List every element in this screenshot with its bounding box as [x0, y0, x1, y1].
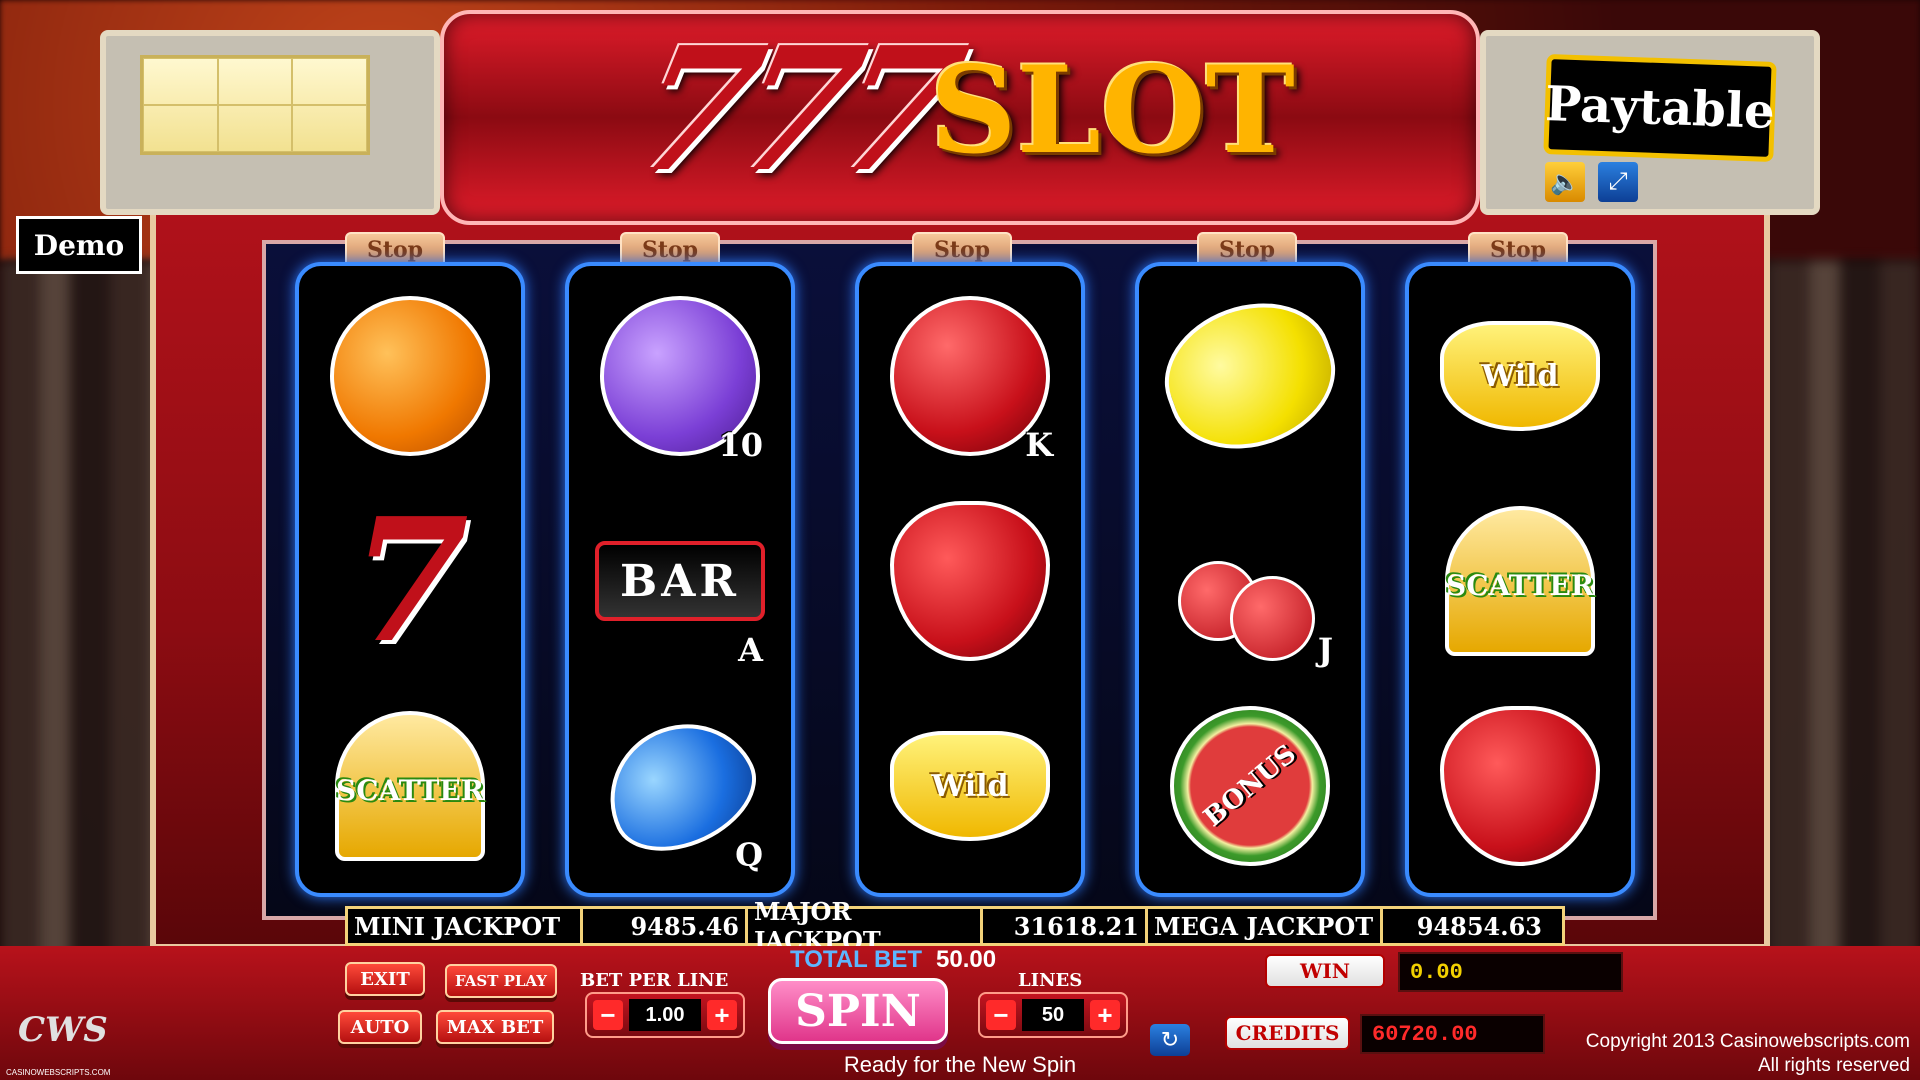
- marquee-light-panel: [140, 55, 370, 155]
- scatter-label: SCATTER: [336, 774, 484, 807]
- symbol-letter: J: [1317, 631, 1333, 669]
- logo-slot: SLOT: [930, 40, 1295, 181]
- copyright-line-2: All rights reserved: [1757, 1055, 1910, 1076]
- status-message: Ready for the New Spin: [843, 1052, 1077, 1077]
- lemon-icon: [1146, 281, 1354, 471]
- symbol-strawberry: [1409, 686, 1631, 886]
- symbol-letter: Q: [735, 836, 763, 874]
- reel-1: 7 SCATTER: [295, 262, 525, 897]
- mini-jackpot-value: 9485.46: [583, 909, 748, 943]
- lines-stepper: − 50 +: [978, 992, 1128, 1038]
- major-jackpot-label: MAJOR JACKPOT: [748, 897, 983, 955]
- logo-777: 777: [618, 10, 963, 210]
- symbol-bell: SCATTER: [1409, 481, 1631, 681]
- seven-icon: 7: [350, 481, 470, 681]
- cws-small-text: CASINOWEBSCRIPTS.COM: [6, 1068, 111, 1077]
- bar-icon: BAR: [595, 541, 765, 621]
- symbol-banana: Wild: [1409, 276, 1631, 476]
- wild-label: Wild: [931, 768, 1009, 804]
- lines-value: 50: [1022, 999, 1084, 1031]
- symbol-apple: K: [859, 276, 1081, 476]
- bar-text: BAR: [620, 555, 740, 607]
- speaker-icon[interactable]: 🔈: [1545, 162, 1585, 202]
- cherries-icon: [1170, 501, 1330, 661]
- fullscreen-icon[interactable]: ⤢: [1598, 162, 1638, 202]
- bet-per-line-label: BET PER LINE: [580, 970, 729, 991]
- scatter-label: SCATTER: [1446, 569, 1594, 602]
- paytable-button[interactable]: Paytable: [1543, 54, 1777, 162]
- symbol-banana: Wild: [859, 686, 1081, 886]
- total-bet: TOTAL BET 50.00: [790, 946, 996, 976]
- strawberry-icon: [1440, 706, 1600, 866]
- win-display: 0.00: [1398, 952, 1623, 992]
- jackpot-bar: MINI JACKPOT 9485.46 MAJOR JACKPOT 31618…: [345, 897, 1565, 955]
- lines-increase-button[interactable]: +: [1090, 1000, 1120, 1030]
- orange-icon: [330, 296, 490, 456]
- reel-2: 10 BAR A Q: [565, 262, 795, 897]
- reel-3: K Wild: [855, 262, 1085, 897]
- mega-jackpot-label: MEGA JACKPOT: [1148, 909, 1383, 943]
- symbol-strawberry: [859, 481, 1081, 681]
- lines-decrease-button[interactable]: −: [986, 1000, 1016, 1030]
- credits-display: 60720.00: [1360, 1014, 1545, 1054]
- mega-jackpot-value: 94854.63: [1416, 911, 1542, 941]
- major-jackpot-value: 31618.21: [983, 909, 1148, 943]
- symbol-letter: A: [738, 631, 763, 669]
- symbol-bar: BAR A: [569, 481, 791, 681]
- strawberry-icon: [890, 501, 1050, 661]
- copyright-line-1: Copyright 2013 Casinowebscripts.com: [1585, 1031, 1910, 1052]
- bet-per-line-value: 1.00: [629, 999, 701, 1031]
- refresh-icon[interactable]: ↻: [1150, 1024, 1190, 1056]
- symbol-lemon: [1139, 276, 1361, 476]
- bet-increase-button[interactable]: +: [707, 1000, 737, 1030]
- symbol-seven: 7: [299, 481, 521, 681]
- symbol-cherries: J: [1139, 481, 1361, 681]
- lines-label: LINES: [1018, 970, 1083, 991]
- demo-badge: Demo: [16, 216, 142, 274]
- mini-jackpot-label: MINI JACKPOT: [348, 909, 583, 943]
- wild-label: Wild: [1481, 358, 1559, 394]
- symbol-orange: [299, 276, 521, 476]
- win-label: WIN: [1265, 954, 1385, 988]
- symbol-letter: 10: [718, 426, 763, 464]
- total-bet-value: 50.00: [936, 946, 997, 973]
- reel-5: Wild SCATTER: [1405, 262, 1635, 897]
- symbol-plum: Q: [569, 686, 791, 886]
- max-bet-button[interactable]: MAX BET: [436, 1010, 554, 1044]
- symbol-bell: SCATTER: [299, 686, 521, 886]
- symbol-watermelon: BONUS: [1139, 686, 1361, 886]
- reel-4: J BONUS: [1135, 262, 1365, 897]
- exit-button[interactable]: EXIT: [345, 962, 425, 996]
- bet-per-line-stepper: − 1.00 +: [585, 992, 745, 1038]
- symbol-letter: K: [1025, 426, 1053, 464]
- copyright: Copyright 2013 Casinowebscripts.com All …: [1586, 1030, 1910, 1078]
- total-bet-label: TOTAL BET: [790, 946, 922, 973]
- credits-label: CREDITS: [1225, 1016, 1350, 1050]
- bet-decrease-button[interactable]: −: [593, 1000, 623, 1030]
- cws-logo: CWS: [18, 1010, 108, 1050]
- fast-play-button[interactable]: FAST PLAY: [445, 964, 557, 998]
- symbol-grapes: 10: [569, 276, 791, 476]
- auto-button[interactable]: AUTO: [338, 1010, 422, 1044]
- spin-button[interactable]: SPIN: [768, 978, 948, 1044]
